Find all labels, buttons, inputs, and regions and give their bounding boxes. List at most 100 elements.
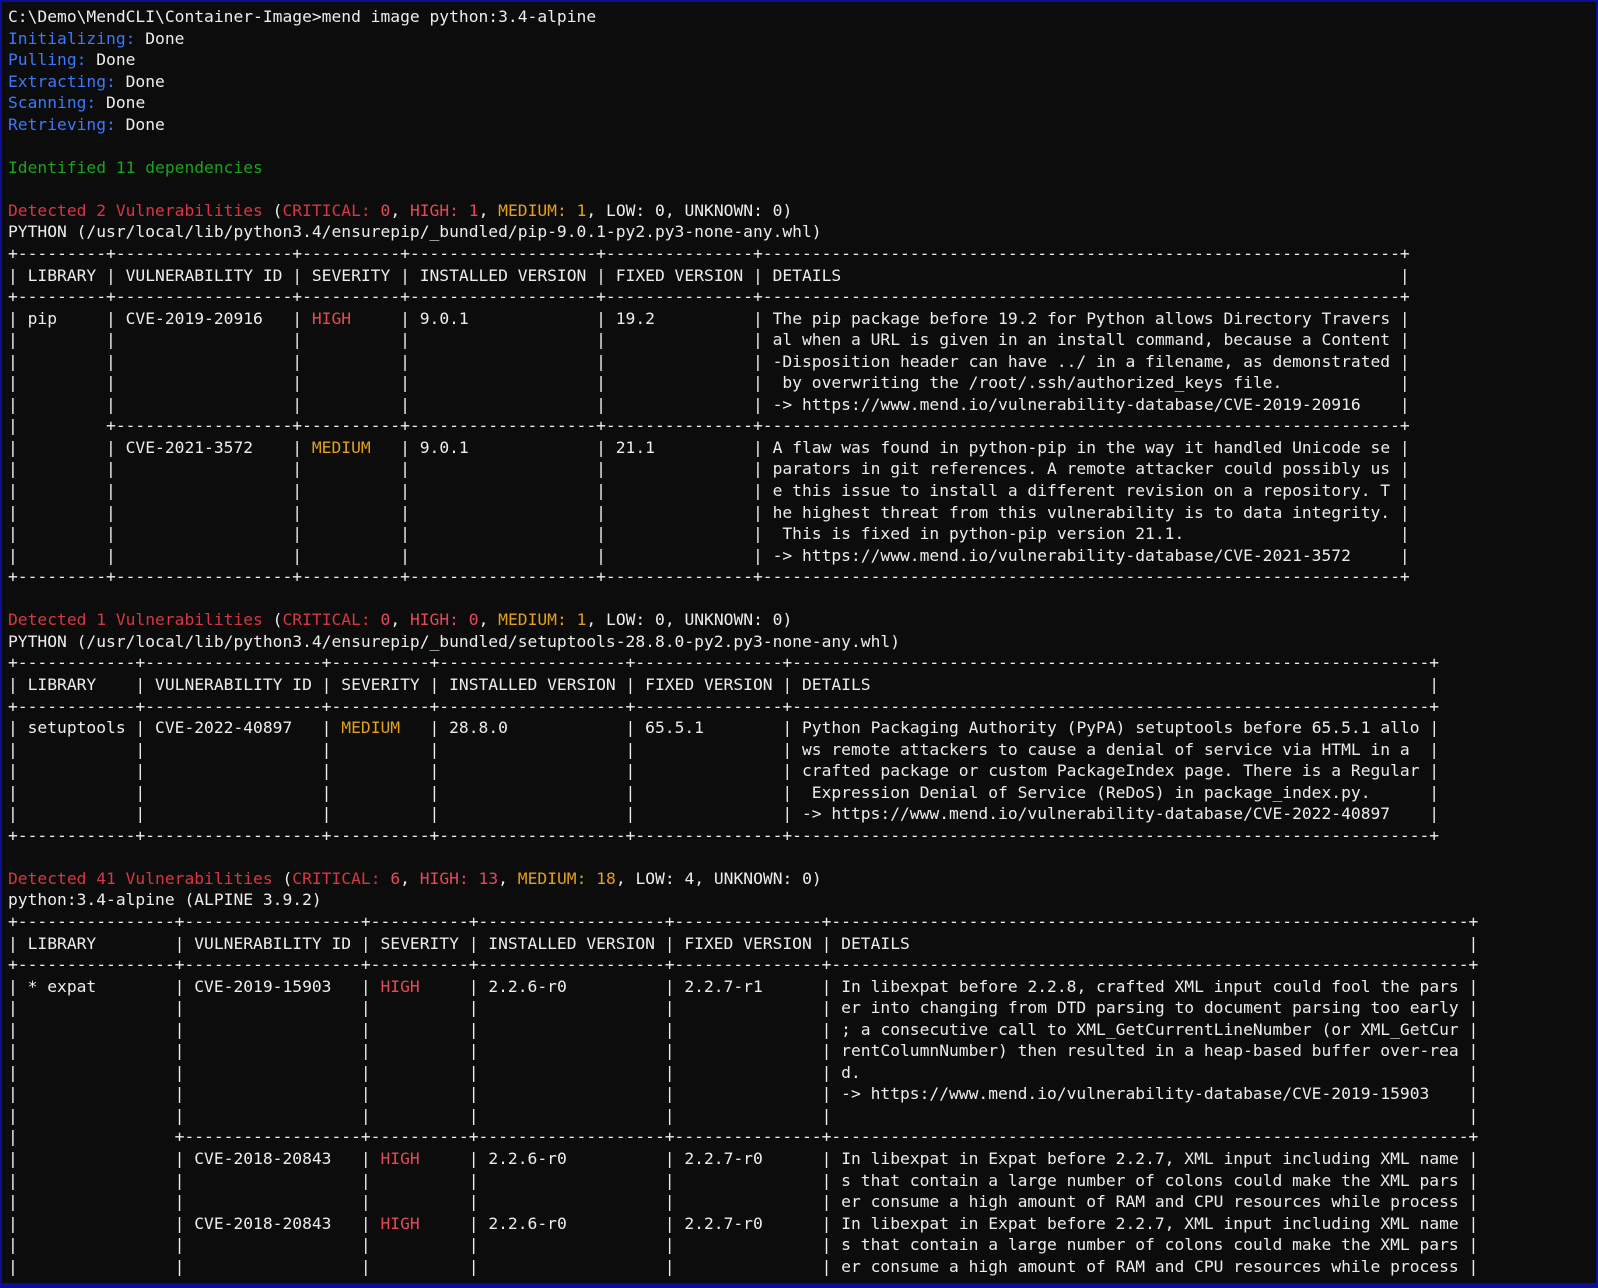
text-segment: CRITICAL: bbox=[282, 201, 370, 220]
text-segment: MEDIUM: bbox=[518, 869, 587, 888]
text-segment: | | | | | | rentColumnNumber) then resul… bbox=[8, 1041, 1478, 1060]
text-segment: , bbox=[479, 201, 499, 220]
text-segment: | 9.0.1 | 21.1 | A flaw was found in pyt… bbox=[400, 438, 1410, 457]
text-segment: UNKNOWN: bbox=[684, 610, 762, 629]
text-segment: +------------+------------------+-------… bbox=[8, 826, 1439, 845]
text-segment: , bbox=[479, 610, 499, 629]
table-border-line: +----------------+------------------+---… bbox=[8, 954, 1596, 976]
identified-dependencies-line: Identified 11 dependencies bbox=[8, 157, 1596, 179]
text-segment: 0 bbox=[645, 201, 665, 220]
table-row-line: | * expat | CVE-2019-15903 | HIGH | 2.2.… bbox=[8, 976, 1596, 998]
table-row-line: | | | | | | | bbox=[8, 1105, 1596, 1127]
text-segment: | | | | | | Expression Denial of Service… bbox=[8, 783, 1439, 802]
text-segment: 0 bbox=[792, 869, 812, 888]
text-segment: ( bbox=[273, 610, 283, 629]
text-segment: | | | | | | -> https://www.mend.io/vulne… bbox=[8, 395, 1410, 414]
table-header-line: | LIBRARY | VULNERABILITY ID | SEVERITY … bbox=[8, 265, 1596, 287]
table-row-line: | | | | | | er consume a high amount of … bbox=[8, 1191, 1596, 1213]
text-segment: , bbox=[498, 869, 518, 888]
text-segment: | | | | | | er into changing from DTD pa… bbox=[8, 998, 1478, 1017]
table-border-line: +------------+------------------+-------… bbox=[8, 652, 1596, 674]
table-row-line: | | | | | | er consume a high amount of … bbox=[8, 1256, 1596, 1278]
text-segment: Extracting: bbox=[8, 72, 116, 91]
table-row-line: | | | | | | This is fixed in python-pip … bbox=[8, 523, 1596, 545]
table-row-line: | | | | | | -> https://www.mend.io/vulne… bbox=[8, 394, 1596, 416]
text-segment: HIGH bbox=[371, 1214, 469, 1233]
text-segment: PYTHON (/usr/local/lib/python3.4/ensurep… bbox=[8, 632, 900, 651]
text-segment: MEDIUM: bbox=[498, 201, 567, 220]
table-border-line: +----------------+------------------+---… bbox=[8, 911, 1596, 933]
text-segment: +------------+------------------+-------… bbox=[8, 697, 1439, 716]
text-segment: 13 bbox=[469, 869, 498, 888]
text-segment: +----------------+------------------+---… bbox=[8, 955, 1478, 974]
text-segment: , bbox=[694, 869, 714, 888]
text-segment: Retrieving: bbox=[8, 115, 116, 134]
text-segment: HIGH bbox=[302, 309, 400, 328]
text-segment: +---------+------------------+----------… bbox=[8, 287, 1410, 306]
text-segment: 0 bbox=[371, 610, 391, 629]
desktop: { "palette": { "w": "#ededed", "b": "#3b… bbox=[0, 0, 1598, 1288]
text-segment bbox=[8, 589, 18, 608]
command-line: C:\Demo\MendCLI\Container-Image>mend ima… bbox=[8, 6, 1596, 28]
text-segment: | | | | | | he highest threat from this … bbox=[8, 503, 1410, 522]
text-segment: MEDIUM: bbox=[498, 610, 567, 629]
text-segment: | LIBRARY | VULNERABILITY ID | SEVERITY … bbox=[8, 934, 1478, 953]
status-line: Pulling: Done bbox=[8, 49, 1596, 71]
table-row-line: | | | | | | he highest threat from this … bbox=[8, 502, 1596, 524]
text-segment bbox=[8, 847, 18, 866]
scan-target-line: PYTHON (/usr/local/lib/python3.4/ensurep… bbox=[8, 631, 1596, 653]
table-border-line: +---------+------------------+----------… bbox=[8, 243, 1596, 265]
text-segment: | +------------------+----------+-------… bbox=[8, 416, 1410, 435]
text-segment: Detected 2 Vulnerabilities bbox=[8, 201, 273, 220]
text-segment: Detected 1 Vulnerabilities bbox=[8, 610, 273, 629]
text-segment: | | CVE-2021-3572 | bbox=[8, 438, 302, 457]
table-border-line: +------------+------------------+-------… bbox=[8, 696, 1596, 718]
text-segment: LOW: bbox=[635, 869, 674, 888]
vulnerability-summary-line: Detected 1 Vulnerabilities (CRITICAL: 0,… bbox=[8, 609, 1596, 631]
text-segment: | | | | | | This is fixed in python-pip … bbox=[8, 524, 1410, 543]
text-segment: | 9.0.1 | 19.2 | The pip package before … bbox=[400, 309, 1410, 328]
table-header-line: | LIBRARY | VULNERABILITY ID | SEVERITY … bbox=[8, 933, 1596, 955]
text-segment: 1 bbox=[567, 610, 587, 629]
table-row-line: | | | | | | ws remote attackers to cause… bbox=[8, 739, 1596, 761]
text-segment: | +------------------+----------+-------… bbox=[8, 1127, 1478, 1146]
text-segment: UNKNOWN: bbox=[714, 869, 792, 888]
table-row-line: | | CVE-2021-3572 | MEDIUM | 9.0.1 | 21.… bbox=[8, 437, 1596, 459]
blank-line bbox=[8, 178, 1596, 200]
table-row-line: | | | | | | parators in git references. … bbox=[8, 458, 1596, 480]
table-row-line: | | | | | | by overwriting the /root/.ss… bbox=[8, 372, 1596, 394]
text-segment: +------------+------------------+-------… bbox=[8, 653, 1439, 672]
text-segment: CRITICAL: bbox=[282, 610, 370, 629]
vulnerability-summary-line: Detected 41 Vulnerabilities (CRITICAL: 6… bbox=[8, 868, 1596, 890]
blank-line bbox=[8, 135, 1596, 157]
text-segment: Done bbox=[96, 93, 145, 112]
text-segment: , bbox=[665, 201, 685, 220]
text-segment: , bbox=[390, 610, 410, 629]
text-segment: PYTHON (/usr/local/lib/python3.4/ensurep… bbox=[8, 222, 822, 241]
blank-line bbox=[8, 846, 1596, 868]
text-segment: python:3.4-alpine (ALPINE 3.9.2) bbox=[8, 890, 322, 909]
text-segment: | | | | | | | bbox=[8, 1106, 1478, 1125]
text-segment: MEDIUM bbox=[302, 438, 400, 457]
text-segment: LOW: bbox=[606, 610, 645, 629]
text-segment: Initializing: bbox=[8, 29, 135, 48]
blank-line bbox=[8, 588, 1596, 610]
text-segment: UNKNOWN: bbox=[684, 201, 762, 220]
text-segment: Detected 41 Vulnerabilities bbox=[8, 869, 282, 888]
text-segment: 0 bbox=[763, 201, 783, 220]
text-segment bbox=[8, 136, 18, 155]
text-segment: | | | | | | crafted package or custom Pa… bbox=[8, 761, 1439, 780]
text-segment: HIGH: bbox=[420, 869, 469, 888]
text-segment: +---------+------------------+----------… bbox=[8, 567, 1410, 586]
text-segment: 18 bbox=[586, 869, 615, 888]
table-row-line: | | CVE-2018-20843 | HIGH | 2.2.6-r0 | 2… bbox=[8, 1213, 1596, 1235]
text-segment: LOW: bbox=[606, 201, 645, 220]
text-segment: 0 bbox=[645, 610, 665, 629]
text-segment: , bbox=[665, 610, 685, 629]
text-segment: , bbox=[400, 869, 420, 888]
text-segment: | | | | | | ws remote attackers to cause… bbox=[8, 740, 1439, 759]
text-segment: | | | | | | er consume a high amount of … bbox=[8, 1192, 1478, 1211]
table-row-line: | | | | | | al when a URL is given in an… bbox=[8, 329, 1596, 351]
table-row-line: | | | | | | e this issue to install a di… bbox=[8, 480, 1596, 502]
text-segment: , bbox=[390, 201, 410, 220]
